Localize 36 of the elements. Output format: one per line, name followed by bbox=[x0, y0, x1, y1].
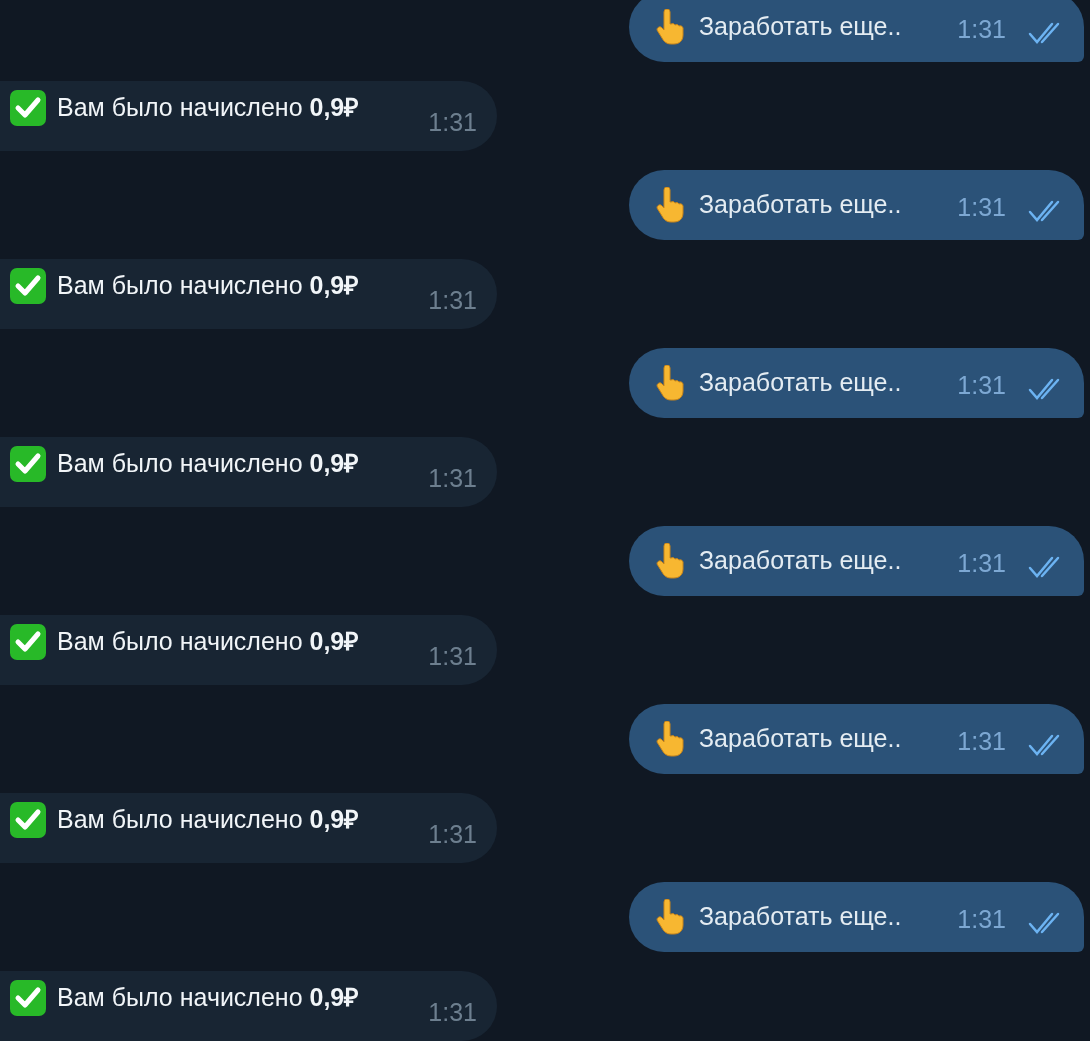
message-time: 1:31 bbox=[428, 818, 477, 850]
checkmark-icon bbox=[9, 623, 47, 661]
pointing-hand-icon bbox=[655, 187, 685, 223]
message-time: 1:31 bbox=[957, 13, 1006, 45]
message-text: Вам было начислено 0,9₽ bbox=[57, 270, 360, 302]
message-text: Заработать еще.. bbox=[699, 545, 902, 577]
message-time: 1:31 bbox=[428, 106, 477, 138]
message-text: Заработать еще.. bbox=[699, 367, 902, 399]
checkmark-icon bbox=[9, 979, 47, 1017]
pointing-hand-icon bbox=[655, 899, 685, 935]
message-time: 1:31 bbox=[428, 462, 477, 494]
message-text: Вам было начислено 0,9₽ bbox=[57, 626, 360, 658]
message-time: 1:31 bbox=[957, 191, 1006, 223]
message-text: Заработать еще.. bbox=[699, 723, 902, 755]
message-time: 1:31 bbox=[428, 640, 477, 672]
pointing-hand-icon bbox=[655, 721, 685, 757]
message-text: Вам было начислено 0,9₽ bbox=[57, 982, 360, 1014]
message-time: 1:31 bbox=[957, 547, 1006, 579]
checkmark-icon bbox=[9, 445, 47, 483]
pointing-hand-icon bbox=[655, 365, 685, 401]
message-time: 1:31 bbox=[428, 284, 477, 316]
message-text: Заработать еще.. bbox=[699, 189, 902, 221]
checkmark-icon bbox=[9, 89, 47, 127]
pointing-hand-icon bbox=[655, 543, 685, 579]
checkmark-icon bbox=[9, 801, 47, 839]
message-text: Заработать еще.. bbox=[699, 901, 902, 933]
checkmark-icon bbox=[9, 267, 47, 305]
message-time: 1:31 bbox=[957, 725, 1006, 757]
message-text: Вам было начислено 0,9₽ bbox=[57, 804, 360, 836]
message-text: Вам было начислено 0,9₽ bbox=[57, 448, 360, 480]
message-time: 1:31 bbox=[957, 903, 1006, 935]
message-time: 1:31 bbox=[428, 996, 477, 1028]
message-text: Вам было начислено 0,9₽ bbox=[57, 92, 360, 124]
message-time: 1:31 bbox=[957, 369, 1006, 401]
message-text: Заработать еще.. bbox=[699, 11, 902, 43]
pointing-hand-icon bbox=[655, 9, 685, 45]
